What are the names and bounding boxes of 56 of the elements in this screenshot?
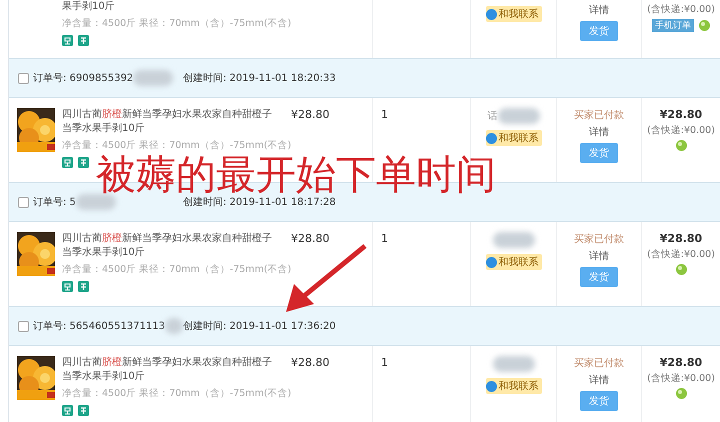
- order-number: 订单号: 565460551371113: [33, 320, 165, 333]
- order-status: 买家已付款: [574, 232, 624, 246]
- chat-icon: [486, 256, 496, 268]
- details-link[interactable]: 详情: [589, 249, 609, 263]
- shipping-fee: (含快递:¥0.00): [647, 248, 715, 261]
- order-number: 订单号: 5: [33, 196, 76, 209]
- service-icon: [78, 35, 89, 46]
- details-link[interactable]: 详情: [589, 3, 609, 17]
- unit-price: ¥28.80: [291, 108, 330, 121]
- product-spec: 净含量：4500斤 果径：70mm（含）-75mm(不含): [62, 17, 290, 30]
- contact-buyer-link[interactable]: 和我联系: [486, 6, 542, 22]
- product-spec: 净含量：4500斤 果径：70mm（含）-75mm(不含): [62, 387, 290, 400]
- product-title[interactable]: 果手剥10斤: [62, 0, 278, 14]
- service-icon: [62, 281, 73, 292]
- annotation-text: 被薅的最开始下单时间: [96, 154, 496, 196]
- product-title[interactable]: 四川古蔺脐橙新鲜当季孕妇水果农家自种甜橙子当季水果手剥10斤: [62, 232, 278, 260]
- product-title[interactable]: 四川古蔺脐橙新鲜当季孕妇水果农家自种甜橙子当季水果手剥10斤: [62, 356, 278, 384]
- unit-price: ¥28.80: [291, 232, 330, 245]
- total-amount: ¥28.80: [660, 232, 702, 245]
- contact-buyer-link[interactable]: 和我联系: [486, 378, 542, 394]
- total-amount: ¥28.80: [660, 108, 702, 121]
- order-checkbox[interactable]: [18, 196, 29, 208]
- details-link[interactable]: 详情: [589, 125, 609, 139]
- order-status: 买家已付款: [574, 356, 624, 370]
- created-time: 创建时间: 2019-11-01 18:20:33: [183, 72, 336, 85]
- created-time: 创建时间: 2019-11-01 17:36:20: [183, 320, 336, 333]
- product-spec: 净含量：4500斤 果径：70mm（含）-75mm(不含): [62, 263, 290, 276]
- shipping-fee: (含快递:¥0.00): [647, 124, 715, 137]
- product-spec: 净含量：4500斤 果径：70mm（含）-75mm(不含): [62, 139, 290, 152]
- details-link[interactable]: 详情: [589, 373, 609, 387]
- order-checkbox[interactable]: [18, 72, 29, 84]
- chat-icon: [486, 8, 496, 20]
- order-checkbox[interactable]: [18, 320, 29, 332]
- product-title[interactable]: 四川古蔺脐橙新鲜当季孕妇水果农家自种甜橙子当季水果手剥10斤: [62, 108, 278, 136]
- service-icon: [78, 281, 89, 292]
- contact-buyer-link[interactable]: 和我联系: [486, 254, 542, 270]
- order-status: 买家已付款: [574, 108, 624, 122]
- chat-icon: [486, 380, 496, 392]
- order-number: 订单号: 6909855392: [33, 72, 134, 85]
- service-icon: [78, 405, 89, 416]
- total-amount: ¥28.80: [660, 356, 702, 369]
- quantity: 1: [381, 232, 388, 245]
- service-icon: [62, 405, 73, 416]
- service-icon: [78, 157, 89, 168]
- service-icon: [62, 35, 73, 46]
- quantity: 1: [381, 356, 388, 369]
- shipping-fee: (含快递:¥0.00): [647, 372, 715, 385]
- contact-buyer-link[interactable]: 和我联系: [486, 130, 542, 146]
- chat-icon: [486, 132, 496, 144]
- created-time: 创建时间: 2019-11-01 18:17:28: [183, 196, 336, 209]
- service-icon: [62, 157, 73, 168]
- unit-price: ¥28.80: [291, 356, 330, 369]
- quantity: 1: [381, 108, 388, 121]
- shipping-fee: (含快递:¥0.00): [647, 3, 715, 16]
- mobile-order-tag: 手机订单: [652, 19, 694, 32]
- buyer-name: 话: [488, 110, 498, 123]
